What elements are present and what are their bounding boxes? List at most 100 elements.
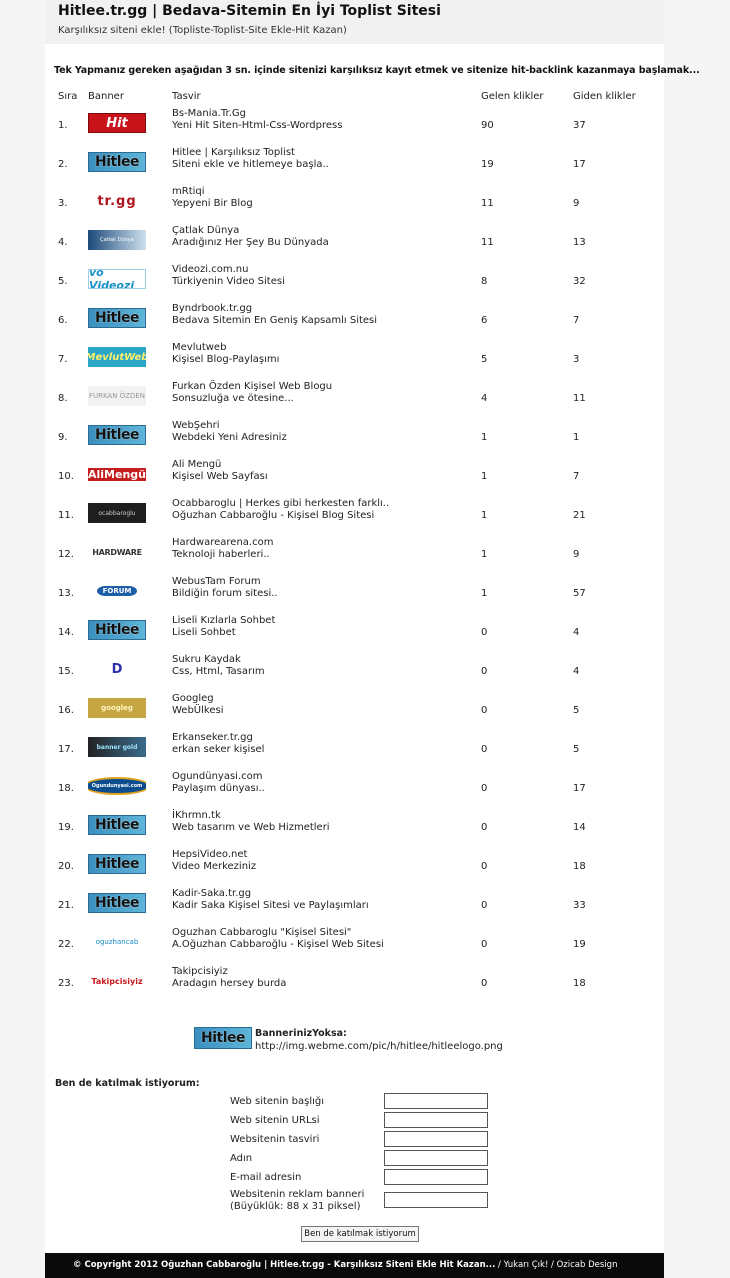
- site-banner[interactable]: ocabbaroglu: [88, 503, 146, 523]
- site-title-link[interactable]: Mevlutweb: [172, 342, 226, 353]
- in-clicks: 5: [481, 354, 488, 365]
- site-banner[interactable]: Hitlee: [88, 152, 146, 172]
- table-row: 22. oguzhancab Oguzhan Cabbaroglu "Kişisel…: [45, 923, 664, 962]
- site-banner[interactable]: Hit: [88, 113, 146, 133]
- site-title-link[interactable]: Kadir-Saka.tr.gg: [172, 888, 251, 899]
- out-clicks: 13: [573, 237, 586, 248]
- row-rank: 6.: [58, 315, 68, 326]
- site-banner-text: oguzhancab: [95, 938, 139, 946]
- site-description-input[interactable]: [384, 1131, 488, 1147]
- site-title-link[interactable]: Googleg: [172, 693, 214, 704]
- site-banner[interactable]: Ogundunyasi.com: [88, 776, 146, 796]
- table-row: 21. Hitlee Kadir-Saka.tr.gg Kadir Saka Kişi…: [45, 884, 664, 923]
- site-title-link[interactable]: Sukru Kaydak: [172, 654, 241, 665]
- site-title-link[interactable]: Videozi.com.nu: [172, 264, 248, 275]
- site-title-link[interactable]: Byndrbook.tr.gg: [172, 303, 252, 314]
- row-rank: 14.: [58, 627, 74, 638]
- site-title-link[interactable]: WebŞehri: [172, 420, 220, 431]
- site-banner[interactable]: Hitlee: [88, 425, 146, 445]
- site-banner[interactable]: AliMengü: [88, 464, 146, 484]
- site-title-link[interactable]: Hitlee | Karşılıksız Toplist: [172, 147, 295, 158]
- site-title-link[interactable]: mRtiqi: [172, 186, 205, 197]
- site-banner-text: Hitlee: [95, 895, 140, 911]
- site-banner[interactable]: googleg: [88, 698, 146, 718]
- site-banner[interactable]: Hitlee: [88, 308, 146, 328]
- site-banner-text: AliMengü: [88, 467, 146, 481]
- table-row: 3. tr.gg mRtiqi Yepyeni Bir Blog 11 9: [45, 182, 664, 221]
- site-banner-text: Hitlee: [95, 817, 140, 833]
- site-description: A.Oğuzhan Cabbaroğlu - Kişisel Web Sites…: [172, 939, 384, 950]
- in-clicks: 0: [481, 978, 488, 989]
- row-rank: 21.: [58, 900, 74, 911]
- site-banner[interactable]: tr.gg: [88, 191, 146, 211]
- site-banner[interactable]: Hitlee: [88, 620, 146, 640]
- site-url-input[interactable]: [384, 1112, 488, 1128]
- site-subtitle: Karşılıksız siteni ekle! (Topliste-Topli…: [58, 25, 347, 36]
- site-banner[interactable]: Çatlak Dünya: [88, 230, 146, 250]
- site-title-link[interactable]: Oguzhan Cabbaroglu "Kişisel Sitesi": [172, 927, 351, 938]
- hitlee-ad-banner[interactable]: Hitlee: [194, 1027, 252, 1049]
- row-rank: 1.: [58, 120, 68, 131]
- site-title-link[interactable]: Hardwarearena.com: [172, 537, 273, 548]
- site-title-link[interactable]: Çatlak Dünya: [172, 225, 239, 236]
- site-banner[interactable]: Hitlee: [88, 893, 146, 913]
- site-title-link[interactable]: Furkan Özden Kişisel Web Blogu: [172, 381, 332, 392]
- in-clicks: 1: [481, 510, 488, 521]
- row-rank: 22.: [58, 939, 74, 950]
- out-clicks: 1: [573, 432, 580, 443]
- out-clicks: 32: [573, 276, 586, 287]
- site-banner[interactable]: Hitlee: [88, 815, 146, 835]
- email-input[interactable]: [384, 1169, 488, 1185]
- site-banner[interactable]: Takipcisiyiz: [88, 971, 146, 991]
- footer-links[interactable]: / Yukarı Çık! / Ozicab Design: [495, 1260, 617, 1270]
- in-clicks: 90: [481, 120, 494, 131]
- site-banner[interactable]: vo Videozi: [88, 269, 146, 289]
- site-banner-text: vo Videozi: [89, 269, 135, 289]
- site-title-link[interactable]: Erkanseker.tr.gg: [172, 732, 253, 743]
- out-clicks: 57: [573, 588, 586, 599]
- site-banner[interactable]: oguzhancab: [88, 932, 146, 952]
- in-clicks: 0: [481, 900, 488, 911]
- site-title-link[interactable]: Bs-Mania.Tr.Gg: [172, 108, 246, 119]
- table-row: 1. Hit Bs-Mania.Tr.Gg Yeni Hit Siten-Html-C…: [45, 104, 664, 143]
- site-banner[interactable]: FORUM: [88, 581, 146, 601]
- site-banner[interactable]: FURKAN ÖZDEN: [88, 386, 146, 406]
- site-title-input[interactable]: [384, 1093, 488, 1109]
- join-submit-button[interactable]: Ben de katılmak istiyorum: [301, 1226, 419, 1242]
- name-input[interactable]: [384, 1150, 488, 1166]
- site-banner[interactable]: Hitlee: [88, 854, 146, 874]
- site-description: Yeni Hit Siten-Html-Css-Wordpress: [172, 120, 343, 131]
- site-title-link[interactable]: Ogundünyasi.com: [172, 771, 263, 782]
- site-title-link[interactable]: HepsiVideo.net: [172, 849, 247, 860]
- ad-url: http://img.webme.com/pic/h/hitlee/hitlee…: [255, 1041, 503, 1052]
- out-clicks: 5: [573, 705, 580, 716]
- site-banner-text: MevlutWeb: [88, 351, 146, 363]
- site-banner[interactable]: MevlutWeb: [88, 347, 146, 367]
- banner-url-input[interactable]: [384, 1192, 488, 1208]
- site-banner[interactable]: banner gold: [88, 737, 146, 757]
- out-clicks: 21: [573, 510, 586, 521]
- site-header: Hitlee.tr.gg | Bedava-Sitemin En İyi Top…: [45, 0, 664, 44]
- in-clicks: 11: [481, 237, 494, 248]
- row-rank: 5.: [58, 276, 68, 287]
- site-description: Oğuzhan Cabbaroğlu - Kişisel Blog Sitesi: [172, 510, 375, 521]
- table-row: 16. googleg Googleg WebÜlkesi 0 5: [45, 689, 664, 728]
- site-title-link[interactable]: WebusTam Forum: [172, 576, 261, 587]
- table-row: 11. ocabbaroglu Ocabbaroglu | Herkes gibi …: [45, 494, 664, 533]
- site-title-link[interactable]: Ali Mengü: [172, 459, 221, 470]
- site-title-link[interactable]: Liseli Kızlarla Sohbet: [172, 615, 275, 626]
- field-label-banner: Websitenin reklam banneri (Büyüklük: 88 …: [230, 1189, 364, 1213]
- ad-label: BannerinizYoksa:: [255, 1028, 347, 1039]
- site-banner[interactable]: HARDWARE: [88, 542, 146, 562]
- table-row: 20. Hitlee HepsiVideo.net Video Merkeziniz 0…: [45, 845, 664, 884]
- site-title-link[interactable]: Ocabbaroglu | Herkes gibi herkesten fark…: [172, 498, 389, 509]
- site-title-link[interactable]: Takipcisiyiz: [172, 966, 228, 977]
- field-label-site-title: Web sitenin başlığı: [230, 1096, 325, 1107]
- in-clicks: 0: [481, 666, 488, 677]
- site-title-link[interactable]: İKhrmn.tk: [172, 810, 221, 821]
- out-clicks: 18: [573, 861, 586, 872]
- site-title[interactable]: Hitlee.tr.gg | Bedava-Sitemin En İyi Top…: [58, 3, 441, 19]
- table-row: 10. AliMengü Ali Mengü Kişisel Web Sayfası 1…: [45, 455, 664, 494]
- site-banner[interactable]: D: [88, 659, 146, 679]
- table-row: 17. banner gold Erkanseker.tr.gg erkan seke…: [45, 728, 664, 767]
